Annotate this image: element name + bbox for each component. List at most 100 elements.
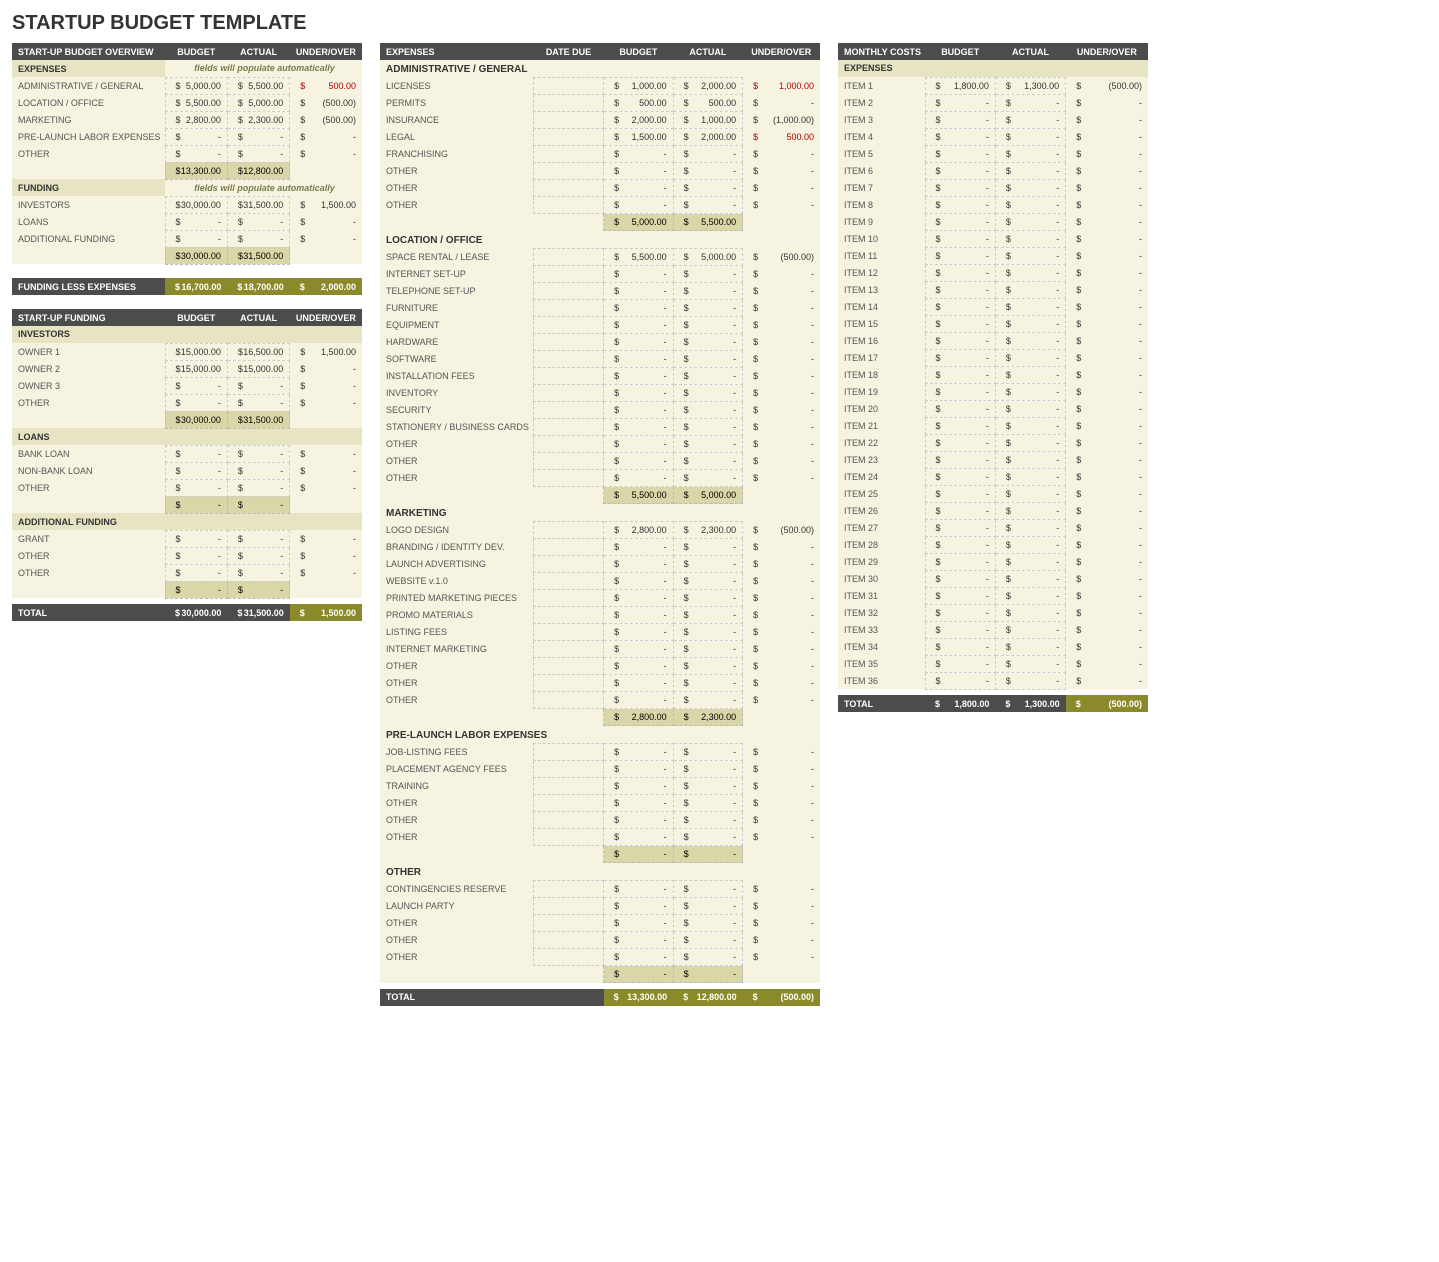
value-cell[interactable]: $-	[165, 230, 227, 247]
value-cell[interactable]: $-	[995, 213, 1065, 230]
value-cell[interactable]: $-	[604, 419, 674, 436]
value-cell[interactable]: $-	[673, 881, 743, 898]
value-cell[interactable]: $-	[673, 915, 743, 932]
value-cell[interactable]: $-	[673, 778, 743, 795]
value-cell[interactable]: $2,000.00	[604, 112, 674, 129]
value-cell[interactable]: $-	[995, 604, 1065, 621]
value-cell[interactable]: $-	[673, 300, 743, 317]
value-cell[interactable]: $-	[995, 570, 1065, 587]
value-cell[interactable]: $-	[995, 672, 1065, 689]
value-cell[interactable]: $-	[995, 485, 1065, 502]
value-cell[interactable]: $-	[925, 230, 995, 247]
value-cell[interactable]: $-	[604, 163, 674, 180]
value-cell[interactable]: $-	[673, 795, 743, 812]
value-cell[interactable]: $-	[604, 334, 674, 351]
date-cell[interactable]	[533, 898, 603, 915]
value-cell[interactable]: $-	[673, 146, 743, 163]
value-cell[interactable]: $-	[673, 368, 743, 385]
value-cell[interactable]: $-	[673, 590, 743, 607]
date-cell[interactable]	[533, 624, 603, 641]
value-cell[interactable]: $-	[925, 111, 995, 128]
date-cell[interactable]	[533, 300, 603, 317]
value-cell[interactable]: $-	[165, 530, 227, 547]
value-cell[interactable]: $-	[604, 829, 674, 846]
value-cell[interactable]: $-	[995, 366, 1065, 383]
date-cell[interactable]	[533, 881, 603, 898]
value-cell[interactable]: $-	[165, 547, 227, 564]
value-cell[interactable]: $-	[227, 462, 289, 479]
value-cell[interactable]: $-	[604, 812, 674, 829]
date-cell[interactable]	[533, 266, 603, 283]
date-cell[interactable]	[533, 556, 603, 573]
value-cell[interactable]: $-	[227, 564, 289, 581]
value-cell[interactable]: $-	[673, 334, 743, 351]
value-cell[interactable]: $-	[995, 655, 1065, 672]
date-cell[interactable]	[533, 795, 603, 812]
value-cell[interactable]: $-	[925, 349, 995, 366]
date-cell[interactable]	[533, 470, 603, 487]
value-cell[interactable]: $-	[604, 675, 674, 692]
value-cell[interactable]: $-	[604, 402, 674, 419]
value-cell[interactable]: $-	[995, 468, 1065, 485]
date-cell[interactable]	[533, 812, 603, 829]
value-cell[interactable]: $-	[925, 451, 995, 468]
value-cell[interactable]: $-	[604, 283, 674, 300]
value-cell[interactable]: $5,500.00	[165, 94, 227, 111]
value-cell[interactable]: $-	[925, 145, 995, 162]
date-cell[interactable]	[533, 351, 603, 368]
value-cell[interactable]: $2,300.00	[673, 522, 743, 539]
value-cell[interactable]: $500.00	[673, 95, 743, 112]
value-cell[interactable]: $-	[604, 761, 674, 778]
value-cell[interactable]: $-	[673, 949, 743, 966]
value-cell[interactable]: $2,300.00	[227, 111, 289, 128]
value-cell[interactable]: $15,000.00	[165, 360, 227, 377]
value-cell[interactable]: $5,500.00	[604, 249, 674, 266]
date-cell[interactable]	[533, 522, 603, 539]
value-cell[interactable]: $-	[925, 553, 995, 570]
value-cell[interactable]: $-	[227, 547, 289, 564]
date-cell[interactable]	[533, 453, 603, 470]
date-cell[interactable]	[533, 146, 603, 163]
value-cell[interactable]: $-	[925, 536, 995, 553]
value-cell[interactable]: $500.00	[604, 95, 674, 112]
value-cell[interactable]: $-	[604, 470, 674, 487]
value-cell[interactable]: $1,300.00	[995, 77, 1065, 94]
value-cell[interactable]: $-	[925, 604, 995, 621]
date-cell[interactable]	[533, 607, 603, 624]
value-cell[interactable]: $-	[604, 300, 674, 317]
value-cell[interactable]: $-	[604, 180, 674, 197]
value-cell[interactable]: $-	[995, 264, 1065, 281]
value-cell[interactable]: $5,000.00	[673, 249, 743, 266]
date-cell[interactable]	[533, 949, 603, 966]
date-cell[interactable]	[533, 180, 603, 197]
value-cell[interactable]: $-	[995, 553, 1065, 570]
value-cell[interactable]: $-	[673, 641, 743, 658]
value-cell[interactable]: $2,000.00	[673, 129, 743, 146]
value-cell[interactable]: $-	[995, 400, 1065, 417]
date-cell[interactable]	[533, 197, 603, 214]
value-cell[interactable]: $-	[604, 573, 674, 590]
value-cell[interactable]: $-	[673, 761, 743, 778]
value-cell[interactable]: $-	[925, 468, 995, 485]
date-cell[interactable]	[533, 641, 603, 658]
value-cell[interactable]: $-	[165, 145, 227, 162]
value-cell[interactable]: $-	[673, 539, 743, 556]
value-cell[interactable]: $-	[995, 145, 1065, 162]
date-cell[interactable]	[533, 368, 603, 385]
value-cell[interactable]: $-	[165, 462, 227, 479]
date-cell[interactable]	[533, 283, 603, 300]
value-cell[interactable]: $-	[604, 641, 674, 658]
value-cell[interactable]: $-	[925, 400, 995, 417]
value-cell[interactable]: $-	[995, 230, 1065, 247]
value-cell[interactable]: $-	[227, 394, 289, 411]
value-cell[interactable]: $-	[925, 485, 995, 502]
value-cell[interactable]: $-	[604, 436, 674, 453]
value-cell[interactable]: $-	[165, 213, 227, 230]
value-cell[interactable]: $-	[925, 383, 995, 400]
value-cell[interactable]: $-	[227, 230, 289, 247]
value-cell[interactable]: $-	[673, 283, 743, 300]
value-cell[interactable]: $-	[995, 162, 1065, 179]
value-cell[interactable]: $2,000.00	[673, 78, 743, 95]
value-cell[interactable]: $-	[995, 383, 1065, 400]
value-cell[interactable]: $-	[604, 915, 674, 932]
